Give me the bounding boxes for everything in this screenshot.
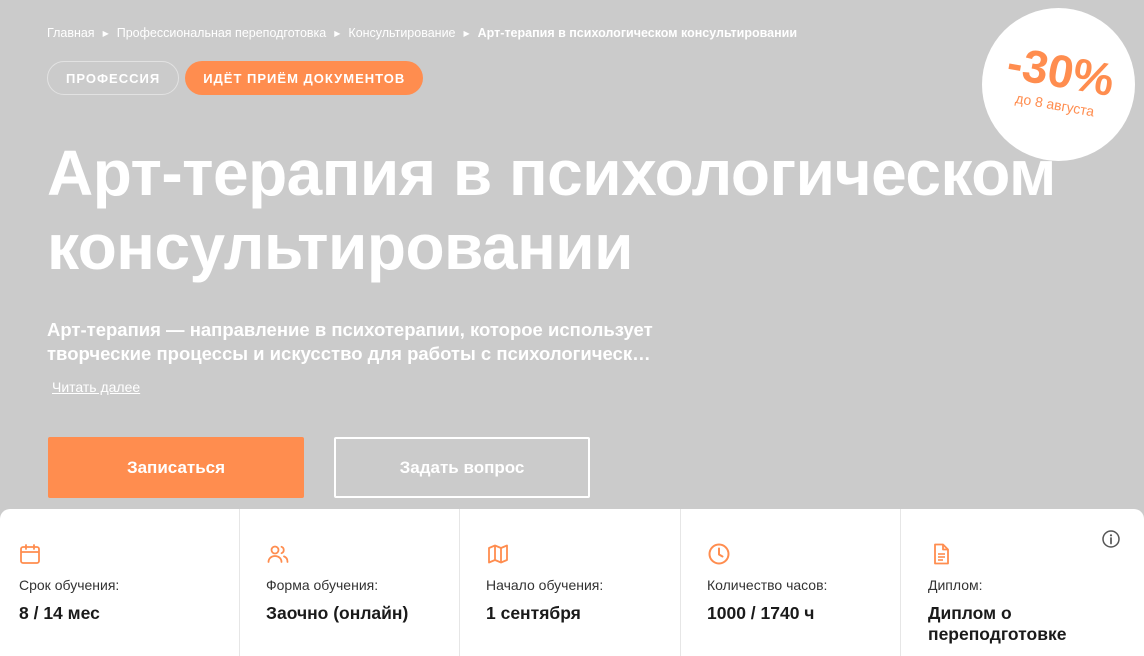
breadcrumb-separator-icon: ▶ xyxy=(102,28,109,38)
page-title-line-1: Арт-терапия в психологическом xyxy=(47,137,1056,209)
clock-icon xyxy=(708,543,730,565)
admission-status-badge: ИДЁТ ПРИЁМ ДОКУМЕНТОВ xyxy=(185,61,424,95)
fact-value-line-2: переподготовке xyxy=(928,624,1067,644)
fact-label: Форма обучения: xyxy=(266,577,379,593)
course-description: Арт-терапия — направление в психотерапии… xyxy=(47,318,697,366)
ask-question-button[interactable]: Задать вопрос xyxy=(334,437,590,498)
fact-label: Срок обучения: xyxy=(19,577,120,593)
fact-value: Заочно (онлайн) xyxy=(266,603,409,623)
breadcrumb-separator-icon: ▶ xyxy=(463,28,470,38)
enroll-button[interactable]: Записаться xyxy=(48,437,304,498)
breadcrumb-link-consulting[interactable]: Консультирование xyxy=(348,26,455,40)
course-tags: ПРОФЕССИЯ ИДЁТ ПРИЁМ ДОКУМЕНТОВ xyxy=(47,61,424,95)
profession-tag: ПРОФЕССИЯ xyxy=(47,61,180,95)
fact-value: 1000 / 1740 ч xyxy=(707,603,815,623)
breadcrumb-current: Арт-терапия в психологическом консультир… xyxy=(477,26,797,40)
breadcrumb-link-retraining[interactable]: Профессиональная переподготовка xyxy=(117,26,327,40)
breadcrumb-link-home[interactable]: Главная xyxy=(47,26,95,40)
course-description-line-2: творческие процессы и искусство для рабо… xyxy=(47,343,651,364)
fact-value-line-1: Диплом о xyxy=(928,603,1012,623)
document-icon xyxy=(934,543,949,565)
fact-value: 1 сентября xyxy=(486,603,581,623)
fact-study-form: Форма обучения: Заочно (онлайн) xyxy=(240,509,460,656)
fact-label: Начало обучения: xyxy=(486,577,604,593)
fact-value: 8 / 14 мес xyxy=(19,603,100,623)
fact-start-date: Начало обучения: 1 сентября xyxy=(460,509,681,656)
page-title: Арт-терапия в психологическом консультир… xyxy=(47,136,1056,284)
users-icon xyxy=(267,545,289,563)
fact-value: Диплом о переподготовке xyxy=(928,603,1066,645)
course-facts-panel: Срок обучения: 8 / 14 мес Форма обучения… xyxy=(0,509,1144,656)
breadcrumb-separator-icon: ▶ xyxy=(334,28,341,38)
breadcrumb: Главная ▶ Профессиональная переподготовк… xyxy=(47,26,797,40)
fact-duration: Срок обучения: 8 / 14 мес xyxy=(0,509,240,656)
fact-label: Количество часов: xyxy=(707,577,828,593)
fact-label: Диплом: xyxy=(928,577,983,593)
calendar-icon xyxy=(20,544,40,564)
fact-hours: Количество часов: 1000 / 1740 ч xyxy=(681,509,901,656)
info-icon[interactable] xyxy=(1101,529,1121,549)
map-icon xyxy=(488,544,508,564)
read-more-link[interactable]: Читать далее xyxy=(52,379,140,395)
course-description-line-1: Арт-терапия — направление в психотерапии… xyxy=(47,319,653,340)
page-title-line-2: консультировании xyxy=(47,211,633,283)
